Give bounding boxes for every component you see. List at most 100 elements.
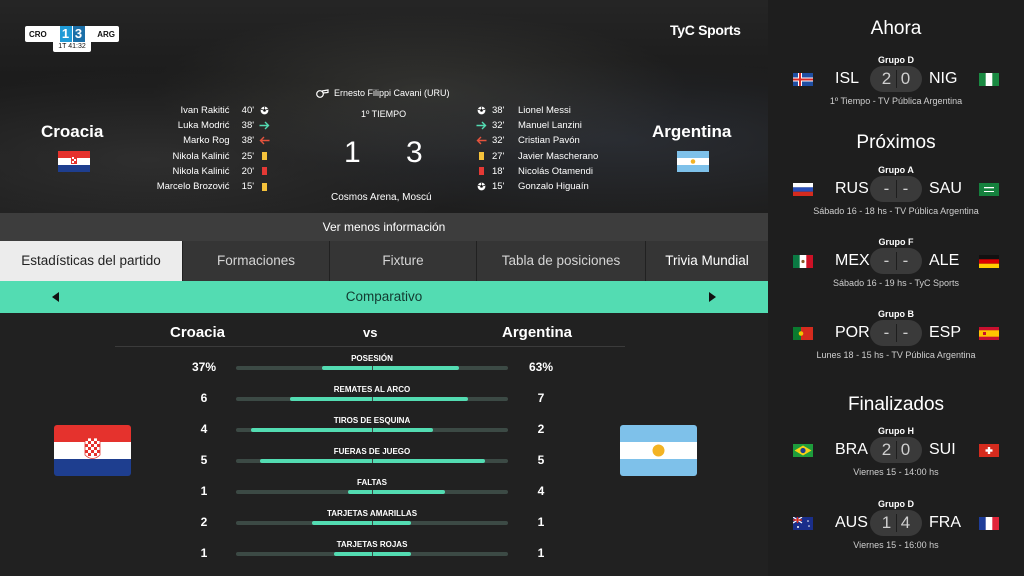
stat-away-value: 5 — [537, 453, 545, 467]
match-info: Sábado 16 - 19 hs - TyC Sports — [833, 278, 959, 288]
comparativo-label: Comparativo — [345, 289, 423, 304]
match-card[interactable]: Grupo B POR - - ESP Lunes 18 - 15 hs - TV Púb… — [768, 309, 1024, 371]
comp-away-name: Argentina — [502, 324, 573, 341]
stat-bar-away — [373, 552, 411, 556]
event-player: Marcelo Brozović — [156, 181, 230, 193]
stat-row: TARJETAS ROJAS 1 1 — [0, 540, 768, 571]
event-minute: 38' — [241, 120, 255, 132]
ball-icon — [258, 106, 270, 115]
home-event-row: Nikola Kalinić 20' — [110, 164, 270, 179]
away-events-list: 38' Lionel Messi 32' Manuel Lanzini 32' Crist… — [474, 103, 634, 194]
sub-out-icon — [258, 136, 270, 145]
match-card[interactable]: Grupo A RUS - - SAU Sábado 16 - 18 hs - TV Pú… — [768, 165, 1024, 227]
stat-row: FUERAS DE JUEGO 5 5 — [0, 447, 768, 478]
event-player: Javier Mascherano — [518, 150, 599, 162]
stat-bar-track — [236, 490, 508, 494]
stat-label: TARJETAS AMARILLAS — [326, 509, 418, 518]
stat-label: REMATES AL ARCO — [333, 385, 411, 394]
stat-row: POSESIÓN 37% 63% — [0, 354, 768, 385]
event-minute: 38' — [241, 135, 255, 147]
yellow-card-icon — [258, 152, 270, 161]
match-card[interactable]: Grupo F MEX - - ALE Sábado 16 - 19 hs - TyC S… — [768, 237, 1024, 299]
match-info: 1º Tiempo - TV Pública Argentina — [829, 96, 963, 106]
stat-row: TIROS DE ESQUINA 4 2 — [0, 416, 768, 447]
home-score: 2 — [881, 440, 892, 459]
saudi-flag-icon — [979, 183, 999, 196]
stat-bar-away — [373, 521, 411, 525]
tab-bar: Estadísticas del partido Formaciones Fix… — [0, 241, 768, 281]
comparativo-header: Comparativo — [0, 281, 768, 313]
home-code: BRA — [835, 441, 868, 458]
stat-bar-away — [373, 459, 485, 463]
toggle-info-button[interactable]: Ver menos información — [0, 213, 768, 241]
stat-away-value: 7 — [537, 391, 545, 405]
away-event-row: 15' Gonzalo Higuaín — [474, 179, 634, 194]
match-group: Grupo H — [878, 426, 914, 436]
stat-home-value: 37% — [191, 360, 217, 374]
home-score: 2 — [881, 69, 892, 88]
match-group: Grupo F — [878, 237, 914, 247]
home-code: MEX — [835, 252, 870, 269]
stat-home-value: 1 — [200, 484, 208, 498]
next-arrow-icon[interactable] — [709, 292, 716, 302]
france-flag-icon — [979, 517, 999, 530]
match-info: Sábado 16 - 18 hs - TV Pública Argentina — [813, 206, 979, 216]
comp-vs: vs — [363, 325, 378, 340]
away-code: SAU — [929, 180, 962, 197]
tab-formaciones[interactable]: Formaciones — [183, 241, 329, 281]
event-player: Nikola Kalinić — [172, 150, 230, 162]
stat-away-value: 1 — [537, 515, 545, 529]
match-group: Grupo D — [878, 499, 914, 509]
tab-tabla-posiciones[interactable]: Tabla de posiciones — [477, 241, 645, 281]
stat-label: POSESIÓN — [351, 354, 393, 363]
home-score: - — [883, 179, 890, 198]
stat-bar-track — [236, 366, 508, 370]
stat-bar-home — [290, 397, 372, 401]
australia-flag-icon — [793, 517, 813, 530]
away-score: 3 — [406, 136, 423, 169]
home-event-row: Ivan Rakitić 40' — [110, 103, 270, 118]
croatia-flag-icon — [58, 151, 90, 172]
stat-bar-home — [251, 428, 372, 432]
stat-bar-track — [236, 459, 508, 463]
russia-flag-icon — [793, 183, 813, 196]
stat-away-value: 63% — [528, 360, 554, 374]
mini-scoreboard: CRO 1 3 ARG 1T 41:32 — [25, 26, 119, 54]
tab-trivia[interactable]: Trivia Mundial — [646, 241, 768, 281]
event-minute: 32' — [492, 135, 505, 147]
match-info: Viernes 15 - 16:00 hs — [853, 540, 939, 550]
home-score: 1 — [344, 136, 361, 169]
match-group: Grupo B — [878, 309, 914, 319]
red-card-icon — [258, 167, 270, 176]
whistle-icon — [316, 89, 329, 98]
sub-in-icon — [258, 121, 270, 130]
stat-away-value: 4 — [537, 484, 545, 498]
mini-home-code: CRO — [29, 29, 47, 39]
home-event-row: Marko Rog 38' — [110, 133, 270, 148]
event-player: Cristian Pavón — [518, 135, 580, 147]
section-finished-title: Finalizados — [847, 394, 945, 415]
stat-bar-home — [322, 366, 372, 370]
tab-estadisticas[interactable]: Estadísticas del partido — [0, 241, 182, 281]
mini-clock: 1T 41:32 — [53, 42, 91, 52]
match-card[interactable]: Grupo D AUS 1 4 FRA Viernes 15 - 16:00 hs — [768, 499, 1024, 561]
away-code: ESP — [929, 324, 962, 341]
score-pill: 20 — [870, 66, 922, 92]
tab-fixture[interactable]: Fixture — [330, 241, 476, 281]
stat-bar-away — [373, 490, 445, 494]
stat-away-value: 1 — [537, 546, 545, 560]
home-score: - — [883, 323, 890, 342]
red-card-icon — [474, 167, 488, 176]
section-now-title: Ahora — [870, 18, 922, 39]
away-score: 4 — [900, 513, 911, 532]
stat-bar-track — [236, 397, 508, 401]
match-card[interactable]: Grupo D ISL 2 0 NIG 1º Tiempo - TV Pública Ar… — [768, 55, 1024, 117]
match-group: Grupo D — [878, 55, 914, 65]
match-score-row: MEX - - ALE — [768, 248, 1024, 274]
home-code: ISL — [835, 70, 860, 87]
event-minute: 25' — [241, 150, 255, 162]
event-player: Luka Modrić — [177, 120, 230, 132]
event-minute: 40' — [241, 105, 255, 117]
match-card[interactable]: Grupo H BRA 2 0 SUI Viernes 15 - 14:00 hs — [768, 426, 1024, 488]
stat-bar-track — [236, 552, 508, 556]
